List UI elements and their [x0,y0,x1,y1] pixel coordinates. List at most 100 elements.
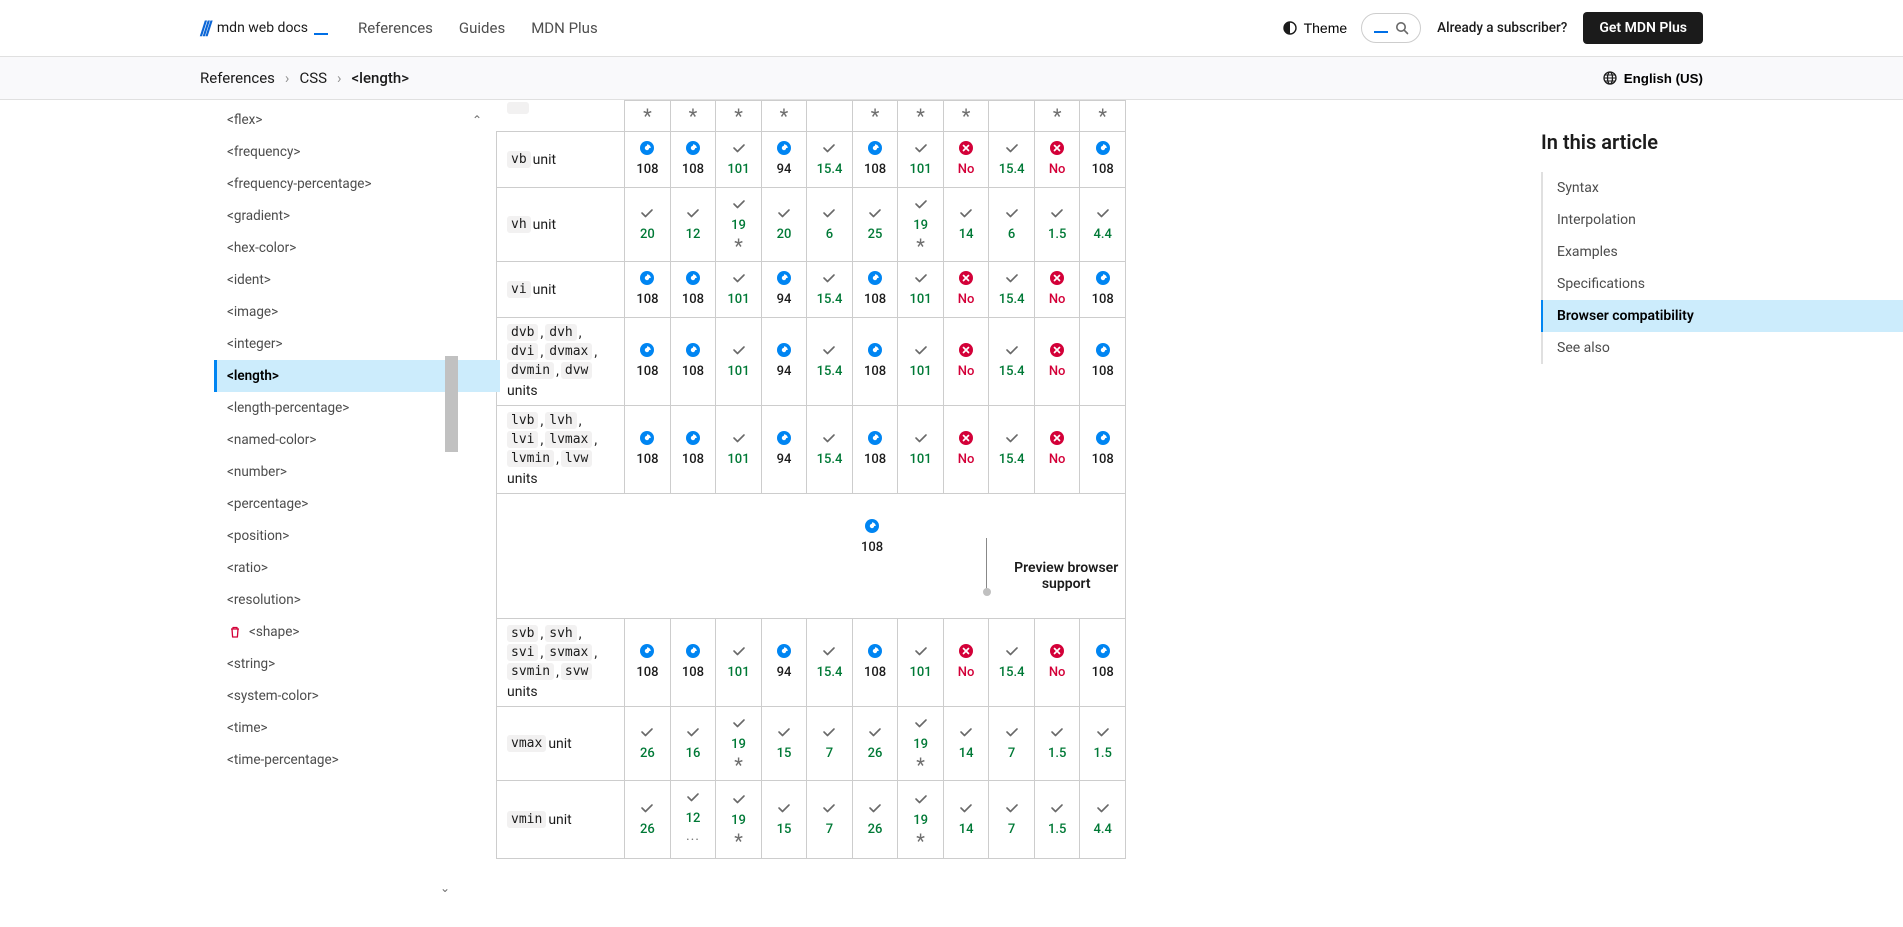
compat-cell[interactable]: 14 [943,188,988,262]
feature-label[interactable]: vi unit [497,262,625,318]
compat-cell[interactable]: 94 [761,406,806,494]
nav-mdn-plus[interactable]: MDN Plus [531,19,597,37]
crumb-references[interactable]: References [200,69,275,87]
compat-cell[interactable]: * [1034,101,1079,132]
compat-cell[interactable]: 19* [898,707,944,781]
compat-cell[interactable]: 4.4 [1080,781,1126,859]
compat-cell[interactable]: No [1034,318,1079,406]
compat-cell[interactable]: No [1034,406,1079,494]
sidebar-item-time[interactable]: <time> [214,712,500,744]
sidebar-item-frequency-percentage[interactable]: <frequency-percentage> [214,168,500,200]
compat-cell[interactable]: 19* [716,188,762,262]
compat-cell[interactable]: 15.4 [989,406,1035,494]
theme-toggle[interactable]: Theme [1282,20,1348,36]
compat-cell[interactable]: 15.4 [807,132,853,188]
feature-label[interactable]: vb unit [497,132,625,188]
sidebar-item-shape[interactable]: <shape> [214,616,500,648]
compat-cell[interactable] [807,101,853,132]
compat-cell[interactable]: 101 [898,132,944,188]
compat-cell[interactable]: 7 [989,781,1035,859]
compat-cell[interactable]: 16 [670,707,716,781]
sidebar-item-resolution[interactable]: <resolution> [214,584,500,616]
feature-label[interactable]: vh unit [497,188,625,262]
sidebar-scrollbar[interactable] [445,356,458,452]
get-mdn-plus-button[interactable]: Get MDN Plus [1583,12,1703,44]
subscriber-link[interactable]: Already a subscriber? [1437,20,1567,36]
compat-cell[interactable]: 101 [716,132,762,188]
compat-cell[interactable]: 101 [716,406,762,494]
compat-cell[interactable]: 15.4 [989,262,1035,318]
compat-cell[interactable]: No [1034,619,1079,707]
compat-cell[interactable]: 101 [716,619,762,707]
toc-item-specifications[interactable]: Specifications [1543,268,1903,300]
compat-cell[interactable]: 108 [1080,619,1126,707]
sidebar-item-gradient[interactable]: <gradient> [214,200,500,232]
compat-cell[interactable]: 101 [898,406,944,494]
compat-cell[interactable]: 108 [670,132,716,188]
toc-item-browser-compatibility[interactable]: Browser compatibility [1541,300,1903,332]
compat-cell[interactable]: 108 [1080,318,1126,406]
compat-cell[interactable]: * [761,101,806,132]
compat-cell[interactable]: 108 [852,132,898,188]
sidebar-item-image[interactable]: <image> [214,296,500,328]
compat-cell[interactable]: 108 [852,262,898,318]
sidebar-item-ident[interactable]: <ident> [214,264,500,296]
compat-cell[interactable]: 15.4 [989,132,1035,188]
compat-cell[interactable]: 15.4 [989,619,1035,707]
compat-cell[interactable]: 15.4 [807,619,853,707]
compat-cell[interactable]: 101 [898,262,944,318]
sidebar-item-system-color[interactable]: <system-color> [214,680,500,712]
feature-label[interactable]: lvb, lvh, lvi, lvmax, lvmin, lvw units [497,406,625,494]
compat-cell[interactable]: 4.4 [1080,188,1126,262]
compat-cell[interactable]: 19* [898,781,944,859]
compat-cell[interactable]: 12··· [670,781,716,859]
compat-cell[interactable]: * [716,101,762,132]
compat-cell[interactable]: 108 [625,132,671,188]
compat-cell[interactable]: 108 [670,406,716,494]
compat-cell[interactable]: No [943,318,988,406]
compat-cell[interactable]: 1.5 [1034,781,1079,859]
compat-cell[interactable]: 7 [807,781,853,859]
compat-cell[interactable]: 15.4 [989,318,1035,406]
compat-cell[interactable]: 15.4 [807,318,853,406]
compat-cell[interactable]: No [943,406,988,494]
nav-guides[interactable]: Guides [459,19,505,37]
sidebar-item-percentage[interactable]: <percentage> [214,488,500,520]
language-switcher[interactable]: English (US) [1602,70,1703,86]
compat-cell[interactable]: 101 [716,318,762,406]
compat-cell[interactable]: 108 [1080,132,1126,188]
sidebar-item-position[interactable]: <position> [214,520,500,552]
sidebar-item-number[interactable]: <number> [214,456,500,488]
compat-cell[interactable]: 7 [989,707,1035,781]
compat-cell[interactable]: 108 [1080,262,1126,318]
toc-item-see-also[interactable]: See also [1543,332,1903,364]
toc-item-syntax[interactable]: Syntax [1543,172,1903,204]
compat-cell[interactable]: 101 [716,262,762,318]
compat-cell[interactable]: 108 [625,318,671,406]
compat-cell[interactable]: No [1034,132,1079,188]
compat-cell[interactable]: No [943,262,988,318]
compat-cell[interactable]: 101 [898,318,944,406]
sidebar-item-string[interactable]: <string> [214,648,500,680]
compat-cell[interactable]: * [898,101,944,132]
compat-cell[interactable]: No [943,132,988,188]
compat-cell[interactable]: 12 [670,188,716,262]
compat-cell[interactable]: 108 [670,619,716,707]
compat-cell[interactable]: 19* [716,707,762,781]
compat-cell[interactable]: 108 [625,406,671,494]
nav-references[interactable]: References [358,19,433,37]
compat-cell[interactable]: 101 [898,619,944,707]
compat-cell[interactable]: 15 [761,781,806,859]
compat-cell[interactable]: 108 [670,318,716,406]
compat-cell[interactable]: 26 [625,707,671,781]
compat-cell[interactable] [989,101,1035,132]
feature-label[interactable]: vmin unit [497,781,625,859]
compat-cell[interactable]: 94 [761,619,806,707]
mdn-logo[interactable]: /// mdn web docs [200,16,328,40]
compat-cell[interactable]: * [852,101,898,132]
sidebar-item-flex[interactable]: <flex>⌃ [214,104,500,136]
compat-cell[interactable]: 1.5 [1080,707,1126,781]
compat-cell[interactable]: 26 [852,707,898,781]
compat-cell[interactable]: 15 [761,707,806,781]
sidebar-item-ratio[interactable]: <ratio> [214,552,500,584]
